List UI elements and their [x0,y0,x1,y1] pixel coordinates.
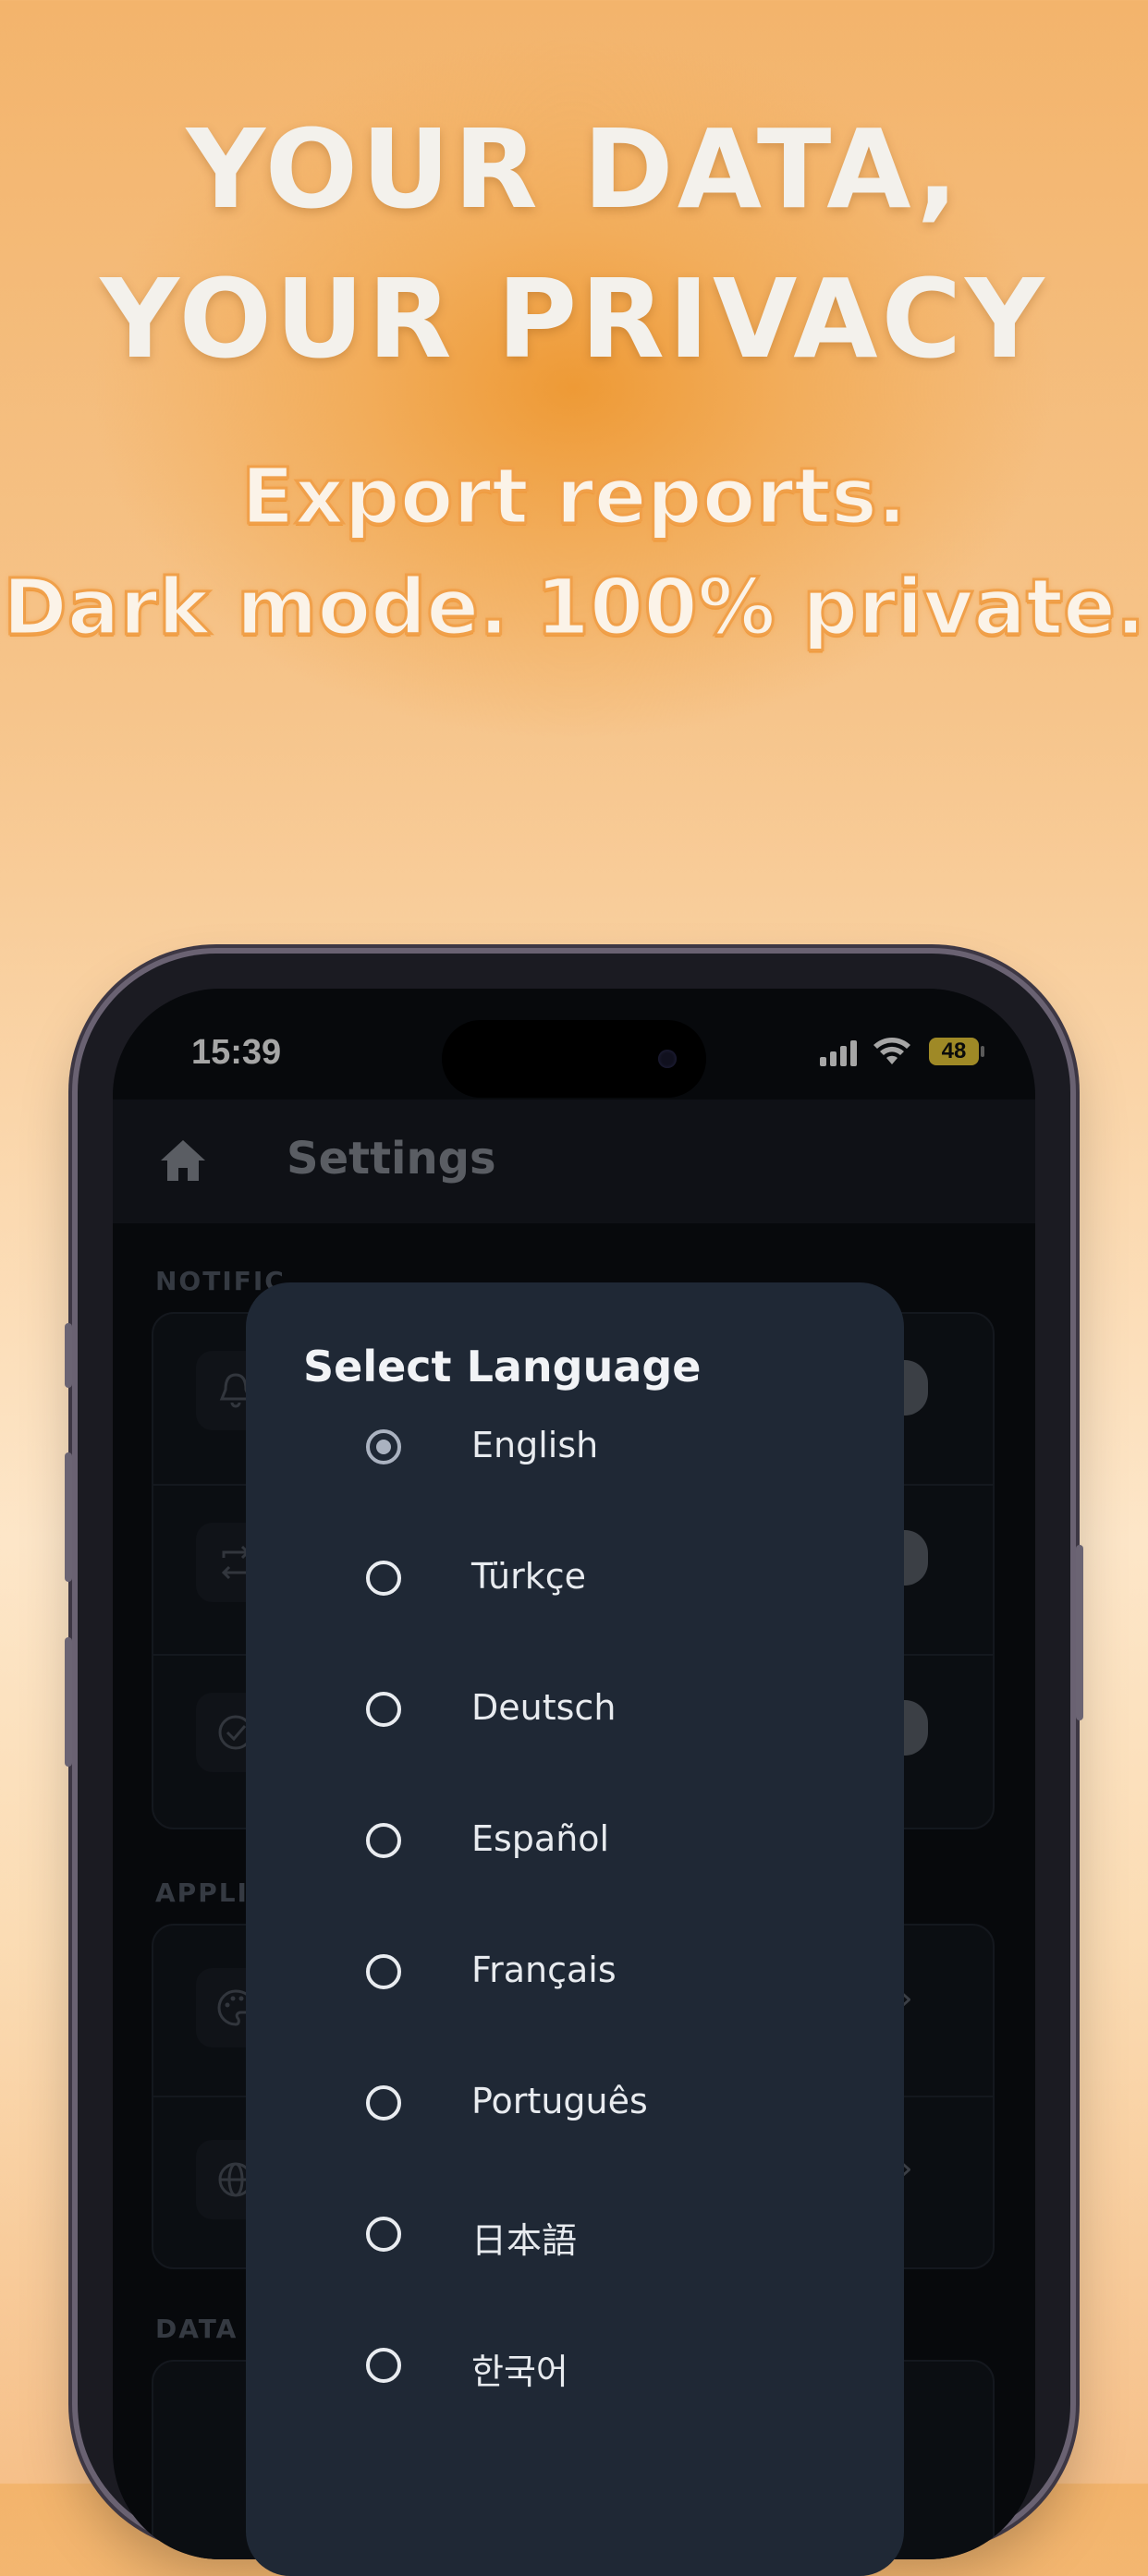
radio-icon[interactable] [366,1823,401,1858]
phone-power-button [1076,1545,1083,1720]
language-option-japanese[interactable]: 日本語 [246,2184,904,2295]
radio-icon[interactable] [366,1692,401,1727]
promo-subtitle-line2: Dark mode. 100% private. [1,561,1146,654]
language-option-label: Français [471,1950,617,1990]
language-option-german[interactable]: Deutsch [246,1659,904,1770]
phone-volume-down-button [65,1637,72,1767]
radio-selected-icon[interactable] [366,1429,401,1464]
language-option-korean[interactable]: 한국어 [246,2315,904,2426]
promo-subtitle-line1: Export reports. [240,450,909,543]
language-option-label: English [471,1425,599,1465]
language-option-label: 한국어 [471,2351,568,2392]
language-dialog: Select Language English Türkçe Deutsch E… [246,1282,904,2576]
language-option-portuguese[interactable]: Português [246,2053,904,2164]
language-option-label: Deutsch [471,1687,617,1728]
promo-headline-line2: YOUR PRIVACY [100,255,1048,383]
dialog-title: Select Language [303,1342,702,1391]
language-option-french[interactable]: Français [246,1922,904,2033]
language-option-label: 日本語 [471,2220,578,2261]
promo-headline-line1: YOUR DATA, [186,105,962,233]
language-option-turkish[interactable]: Türkçe [246,1528,904,1639]
phone-volume-up-button [65,1452,72,1582]
language-option-english[interactable]: English [246,1397,904,1508]
language-option-label: Español [471,1818,610,1859]
radio-icon[interactable] [366,1561,401,1596]
language-option-label: Türkçe [471,1556,586,1597]
phone-side-button [65,1323,72,1388]
radio-icon[interactable] [366,2217,401,2252]
radio-icon[interactable] [366,2348,401,2383]
radio-icon[interactable] [366,2085,401,2120]
radio-icon[interactable] [366,1954,401,1989]
language-option-spanish[interactable]: Español [246,1791,904,1902]
language-option-label: Português [471,2081,648,2121]
